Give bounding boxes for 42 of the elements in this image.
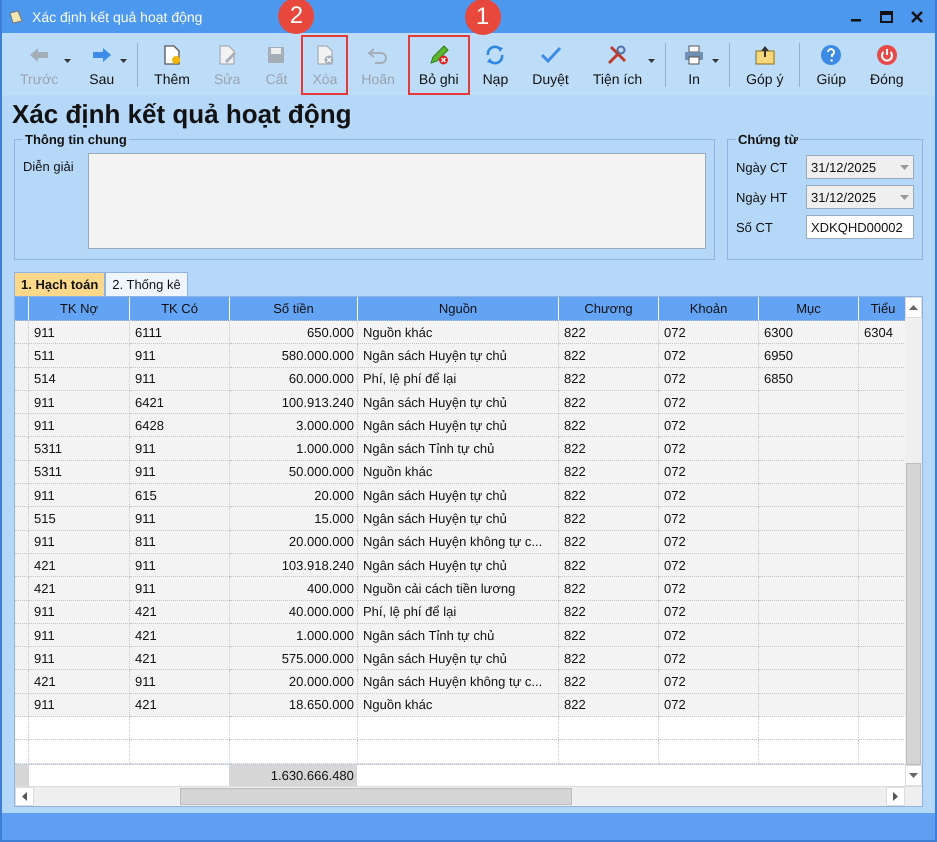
horizontal-scrollbar[interactable] bbox=[15, 786, 922, 806]
caret-icon[interactable] bbox=[712, 59, 720, 63]
vertical-scrollbar[interactable] bbox=[905, 297, 922, 786]
field-label: Số CT bbox=[736, 220, 774, 234]
scroll-down-icon[interactable] bbox=[909, 772, 918, 778]
text-field[interactable]: XDKQHD00002 bbox=[806, 215, 914, 239]
toolbar-button[interactable]: Thêm bbox=[143, 35, 201, 95]
toolbar-button[interactable]: Đóng bbox=[859, 35, 915, 95]
tab[interactable]: 2. Thống kê bbox=[105, 272, 188, 296]
toolbar-button[interactable]: Sau bbox=[78, 35, 126, 95]
scroll-thumb[interactable] bbox=[906, 462, 921, 765]
field-label: Ngày CT bbox=[736, 160, 788, 174]
tab[interactable]: 1. Hạch toán bbox=[14, 272, 106, 296]
power-icon bbox=[874, 43, 899, 67]
scroll-thumb[interactable] bbox=[180, 788, 572, 805]
group-title: Thông tin chung bbox=[24, 132, 128, 147]
date-field[interactable]: 31/12/2025 bbox=[806, 185, 914, 209]
app-icon bbox=[8, 8, 24, 24]
toolbar-button[interactable]: Nạp bbox=[472, 35, 520, 95]
group-title: Chứng từ bbox=[737, 132, 799, 147]
field-label: Ngày HT bbox=[736, 190, 788, 204]
toolbar-button[interactable]: Giúp bbox=[805, 35, 858, 95]
help-icon bbox=[819, 43, 844, 67]
window-title: Xác định kết quả hoạt động bbox=[32, 8, 202, 24]
caret-icon[interactable] bbox=[648, 59, 656, 63]
toolbar-button[interactable]: Duyệt bbox=[521, 35, 580, 95]
scroll-right-icon[interactable] bbox=[893, 792, 898, 801]
date-field[interactable]: 31/12/2025 bbox=[806, 155, 914, 179]
close-icon[interactable] bbox=[911, 10, 923, 22]
scroll-left-icon[interactable] bbox=[22, 792, 27, 801]
row-header bbox=[15, 764, 29, 786]
description-field[interactable] bbox=[88, 153, 706, 249]
scroll-up-icon[interactable] bbox=[909, 305, 918, 310]
field-label: Diễn giải bbox=[23, 158, 74, 176]
toolbar-button[interactable]: Tiện ích bbox=[582, 35, 654, 95]
caret-icon[interactable] bbox=[120, 59, 128, 63]
page-heading: Xác định kết quả hoạt động bbox=[11, 98, 352, 131]
total-cell: 1.630.666.480 bbox=[229, 764, 357, 786]
maximize-icon[interactable] bbox=[880, 10, 893, 22]
toolbar-button[interactable]: In bbox=[671, 35, 718, 95]
toolbar-button[interactable]: Góp ý bbox=[735, 35, 794, 95]
toolbar-button[interactable]: Bỏ ghi bbox=[408, 35, 470, 95]
